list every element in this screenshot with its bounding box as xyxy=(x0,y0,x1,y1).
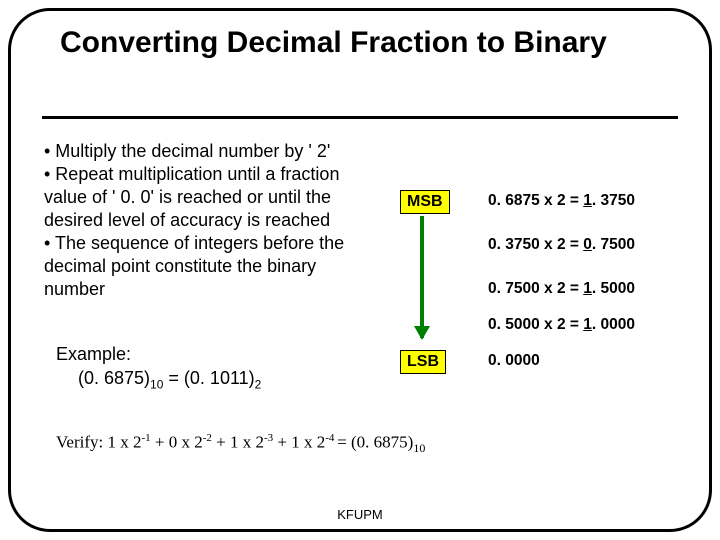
verify-pre: Verify: 1 x 2 xyxy=(56,433,141,452)
footer-text: KFUPM xyxy=(0,507,720,522)
verify-post: = (0. 6875) xyxy=(337,433,413,452)
verify-m3: + 1 x 2 xyxy=(273,433,325,452)
calc-row-1: 0. 6875 x 2 = 1. 3750 xyxy=(488,192,635,210)
verify-e3: -3 xyxy=(264,432,273,444)
bullet-2: • Repeat multiplication until a fraction… xyxy=(44,163,374,232)
calc-1c: . 3750 xyxy=(592,192,635,209)
calc-3c: . 5000 xyxy=(592,280,635,297)
msb-label: MSB xyxy=(400,190,450,214)
verify-sub: 10 xyxy=(413,441,425,455)
example-label: Example: xyxy=(56,342,261,366)
calc-1a: 0. 6875 x 2 = xyxy=(488,192,583,209)
calc-1b: 1 xyxy=(583,192,592,209)
example-eq: = xyxy=(163,368,184,388)
calc-2a: 0. 3750 x 2 = xyxy=(488,236,583,253)
calc-4a: 0. 5000 x 2 = xyxy=(488,316,583,333)
bullet-3: • The sequence of integers before the de… xyxy=(44,232,374,301)
verify-line: Verify: 1 x 2-1 + 0 x 2-2 + 1 x 2-3 + 1 … xyxy=(56,432,425,456)
slide-title: Converting Decimal Fraction to Binary xyxy=(60,26,680,61)
verify-m2: + 1 x 2 xyxy=(212,433,264,452)
arrow-down-icon xyxy=(420,216,424,338)
calc-4c: . 0000 xyxy=(592,316,635,333)
lsb-label: LSB xyxy=(400,350,446,374)
calc-3a: 0. 7500 x 2 = xyxy=(488,280,583,297)
calc-3b: 1 xyxy=(583,280,592,297)
example-rhs: (0. 1011) xyxy=(184,368,255,388)
example-lhs: (0. 6875) xyxy=(78,368,150,388)
calc-row-2: 0. 3750 x 2 = 0. 7500 xyxy=(488,236,635,254)
verify-e4: -4 xyxy=(325,432,337,444)
verify-e2: -2 xyxy=(203,432,212,444)
calc-4b: 1 xyxy=(583,316,592,333)
example-rhs-sub: 2 xyxy=(255,378,262,392)
bullet-1: • Multiply the decimal number by ' 2' xyxy=(44,140,374,163)
example-equation: (0. 6875)10 = (0. 1011)2 xyxy=(56,366,261,393)
calc-row-3: 0. 7500 x 2 = 1. 5000 xyxy=(488,280,635,298)
calc-2b: 0 xyxy=(583,236,592,253)
verify-e1: -1 xyxy=(141,432,150,444)
slide: Converting Decimal Fraction to Binary • … xyxy=(0,0,720,540)
example-lhs-sub: 10 xyxy=(150,378,163,392)
bullet-list: • Multiply the decimal number by ' 2' • … xyxy=(44,140,374,301)
verify-m1: + 0 x 2 xyxy=(151,433,203,452)
title-rule xyxy=(42,116,678,119)
calc-row-4: 0. 5000 x 2 = 1. 0000 xyxy=(488,316,635,334)
calc-2c: . 7500 xyxy=(592,236,635,253)
calc-row-5: 0. 0000 xyxy=(488,352,540,370)
example-block: Example: (0. 6875)10 = (0. 1011)2 xyxy=(56,342,261,393)
